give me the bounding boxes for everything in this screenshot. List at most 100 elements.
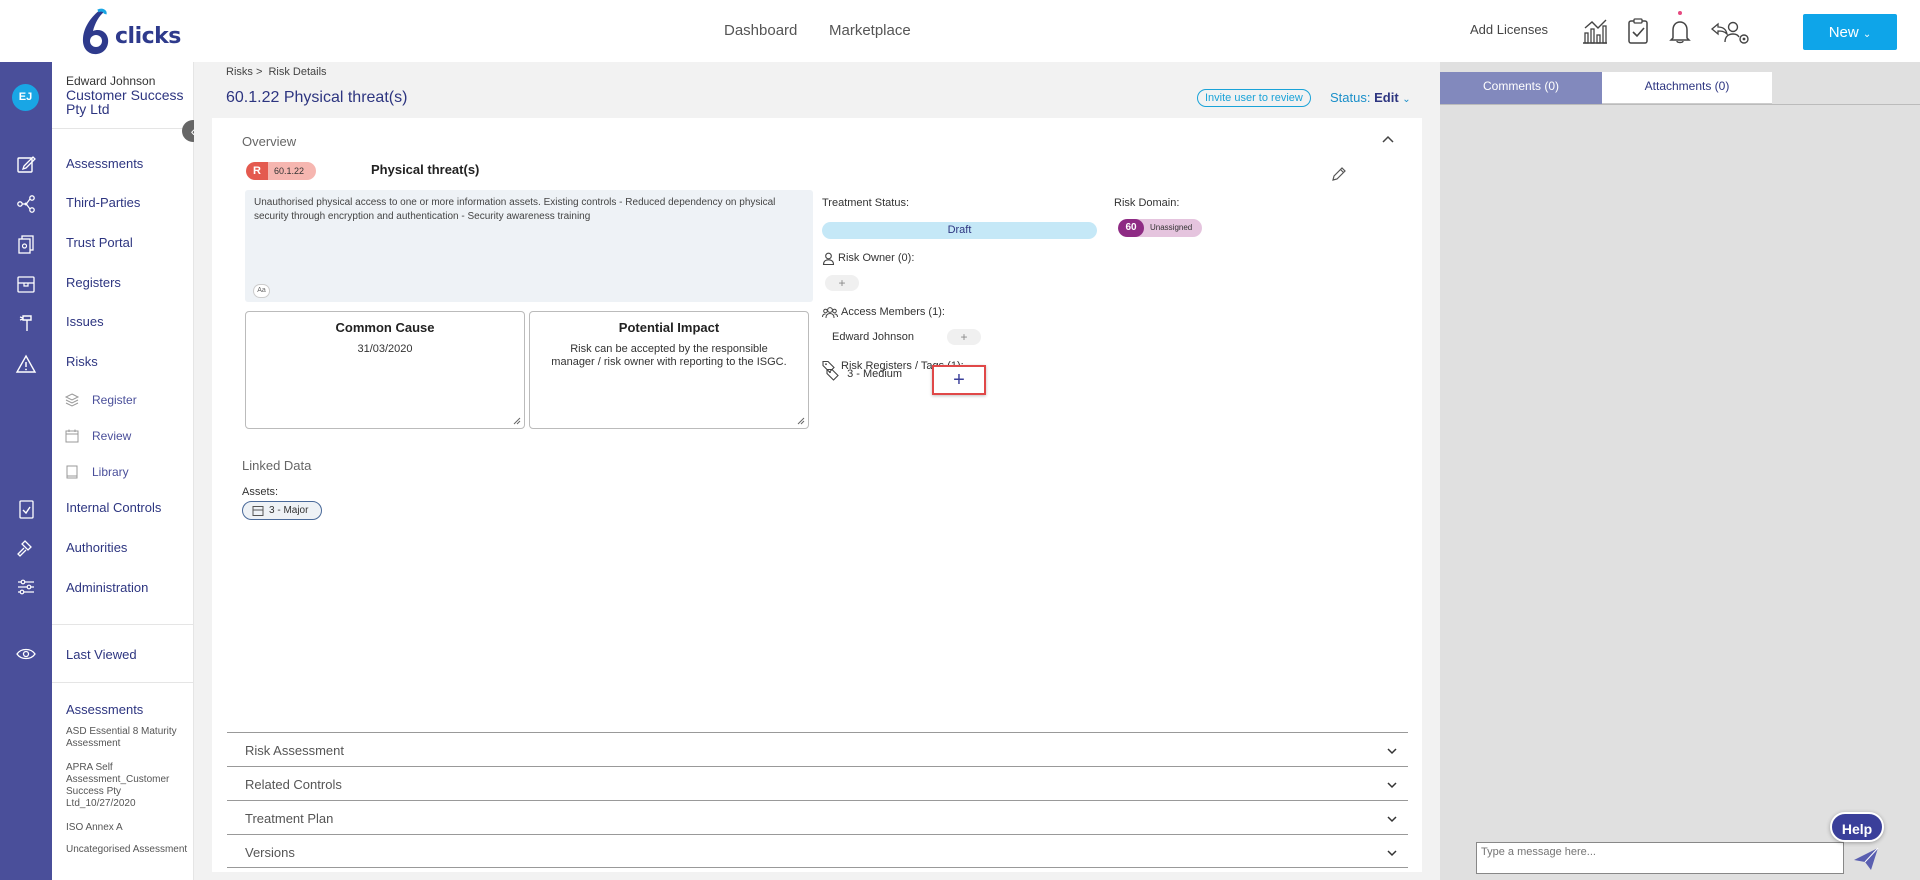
users-settings-icon[interactable] (1708, 16, 1752, 46)
send-icon[interactable] (1852, 846, 1880, 872)
eye-icon[interactable] (15, 643, 37, 665)
accordion-label: Risk Assessment (245, 743, 344, 758)
clipboard-check-icon[interactable] (1623, 16, 1653, 46)
menu-item-assessments[interactable]: Assessments (66, 156, 143, 171)
common-cause-card[interactable]: Common Cause 31/03/2020 (245, 311, 525, 429)
sub-item-library[interactable]: Library (92, 465, 129, 479)
resize-handle-icon[interactable] (513, 417, 521, 425)
recent-item[interactable]: ISO Annex A (66, 822, 190, 834)
avatar[interactable]: EJ (12, 84, 39, 111)
treatment-status-pill[interactable]: Draft (822, 222, 1097, 239)
risk-id-badge: R 60.1.22 (246, 162, 316, 180)
new-button[interactable]: New ⌄ (1803, 14, 1897, 50)
administration-sliders-icon[interactable] (15, 576, 37, 598)
documents-icon[interactable] (15, 233, 37, 255)
menu-item-registers[interactable]: Registers (66, 275, 121, 290)
tab-comments[interactable]: Comments (0) (1440, 72, 1602, 104)
status-dropdown[interactable]: Status: Edit ⌄ (1330, 90, 1411, 105)
top-bar: clicks Dashboard Marketplace Add License… (0, 0, 1920, 62)
menu-item-risks[interactable]: Risks (66, 354, 98, 369)
internal-controls-icon[interactable] (15, 498, 37, 520)
sub-item-register[interactable]: Register (92, 393, 137, 407)
potential-impact-title: Potential Impact (618, 320, 720, 335)
calendar-icon (65, 429, 79, 443)
chevron-up-icon[interactable] (1380, 132, 1396, 148)
tag-chip[interactable]: 3 - Medium (826, 368, 902, 381)
chevron-down-icon (1387, 748, 1397, 755)
add-member-button[interactable]: + (947, 329, 981, 345)
accordion-related-controls[interactable]: Related Controls (227, 766, 1408, 800)
accordion-label: Related Controls (245, 777, 342, 792)
edit-assessment-icon[interactable] (15, 153, 37, 175)
risk-letter: R (246, 162, 268, 180)
registers-icon[interactable] (15, 273, 37, 295)
tag-icon (826, 368, 839, 381)
risk-domain-value: Unassigned (1150, 223, 1193, 232)
layers-icon (64, 393, 80, 407)
common-cause-value: 31/03/2020 (357, 343, 413, 355)
invite-user-button[interactable]: Invite user to review (1197, 89, 1311, 107)
menu-item-administration[interactable]: Administration (66, 580, 148, 595)
breadcrumb-risks[interactable]: Risks (226, 66, 253, 78)
risk-warning-icon[interactable] (15, 353, 37, 375)
accordion-versions[interactable]: Versions (227, 834, 1408, 868)
menu-item-trust-portal[interactable]: Trust Portal (66, 235, 133, 250)
potential-impact-card[interactable]: Potential Impact Risk can be accepted by… (529, 311, 809, 429)
menu-item-third-parties[interactable]: Third-Parties (66, 195, 140, 210)
menu-divider (52, 128, 194, 129)
page-title: 60.1.22 Physical threat(s) (226, 89, 408, 106)
recent-item[interactable]: APRA Self Assessment_Customer Success Pt… (66, 762, 190, 810)
format-text-icon[interactable]: Aa (253, 284, 270, 298)
chevron-down-icon: ⌄ (1862, 28, 1872, 40)
status-value: Edit (1374, 90, 1399, 105)
menu-item-internal-controls[interactable]: Internal Controls (66, 500, 161, 515)
asset-label: 3 - Major (269, 505, 309, 516)
analytics-icon[interactable] (1580, 16, 1610, 46)
breadcrumb-separator: > (255, 66, 263, 78)
users-icon (822, 307, 838, 319)
nav-dashboard[interactable]: Dashboard (724, 22, 797, 39)
recent-item[interactable]: ASD Essential 8 Maturity Assessment (66, 726, 190, 750)
user-icon (822, 252, 835, 265)
risk-domain-label: Risk Domain: (1114, 197, 1180, 209)
recent-item[interactable]: Uncategorised Assessment (66, 844, 190, 856)
sub-item-review[interactable]: Review (92, 429, 131, 443)
accordion-treatment-plan[interactable]: Treatment Plan (227, 800, 1408, 834)
logo[interactable]: clicks (78, 8, 181, 56)
issues-icon[interactable] (15, 312, 37, 334)
recent-heading: Assessments (66, 702, 144, 717)
menu-item-last-viewed[interactable]: Last Viewed (66, 647, 137, 662)
authorities-gavel-icon[interactable] (15, 537, 37, 559)
overview-heading: Overview (242, 134, 297, 149)
add-licenses-link[interactable]: Add Licenses (1470, 22, 1548, 37)
message-input[interactable] (1476, 842, 1844, 874)
accordion-label: Versions (245, 845, 295, 860)
side-menu: Edward Johnson Customer Success Pty Ltd … (52, 62, 194, 880)
linked-data-heading: Linked Data (242, 458, 312, 473)
nav-marketplace[interactable]: Marketplace (829, 22, 911, 39)
member-name: Edward Johnson (832, 331, 914, 343)
logo-six-icon (82, 8, 109, 55)
user-name: Edward Johnson (66, 74, 156, 88)
resize-handle-icon[interactable] (797, 417, 805, 425)
pencil-icon[interactable] (1330, 165, 1348, 183)
comments-panel: Comments (0) Attachments (0) (1440, 62, 1920, 880)
menu-item-authorities[interactable]: Authorities (66, 540, 127, 555)
new-button-label: New (1828, 23, 1859, 41)
bell-icon[interactable] (1665, 16, 1695, 46)
risk-owner-label: Risk Owner (0): (838, 252, 915, 264)
book-icon (66, 465, 78, 479)
help-button[interactable]: Help (1830, 812, 1884, 842)
add-tag-button[interactable]: + (932, 365, 986, 395)
common-cause-title: Common Cause (335, 320, 435, 335)
risk-description[interactable]: Unauthorised physical access to one or m… (245, 190, 813, 302)
add-risk-owner-button[interactable]: + (825, 275, 859, 291)
asset-chip[interactable]: 3 - Major (242, 501, 322, 520)
menu-item-issues[interactable]: Issues (66, 314, 104, 329)
accordion-risk-assessment[interactable]: Risk Assessment (227, 732, 1408, 766)
tag-label: 3 - Medium (847, 368, 903, 381)
tab-attachments[interactable]: Attachments (0) (1602, 72, 1772, 104)
network-icon[interactable] (15, 193, 37, 215)
chevron-down-icon: ⌄ (1402, 94, 1411, 105)
risk-domain-badge[interactable]: 60 Unassigned (1118, 219, 1202, 237)
